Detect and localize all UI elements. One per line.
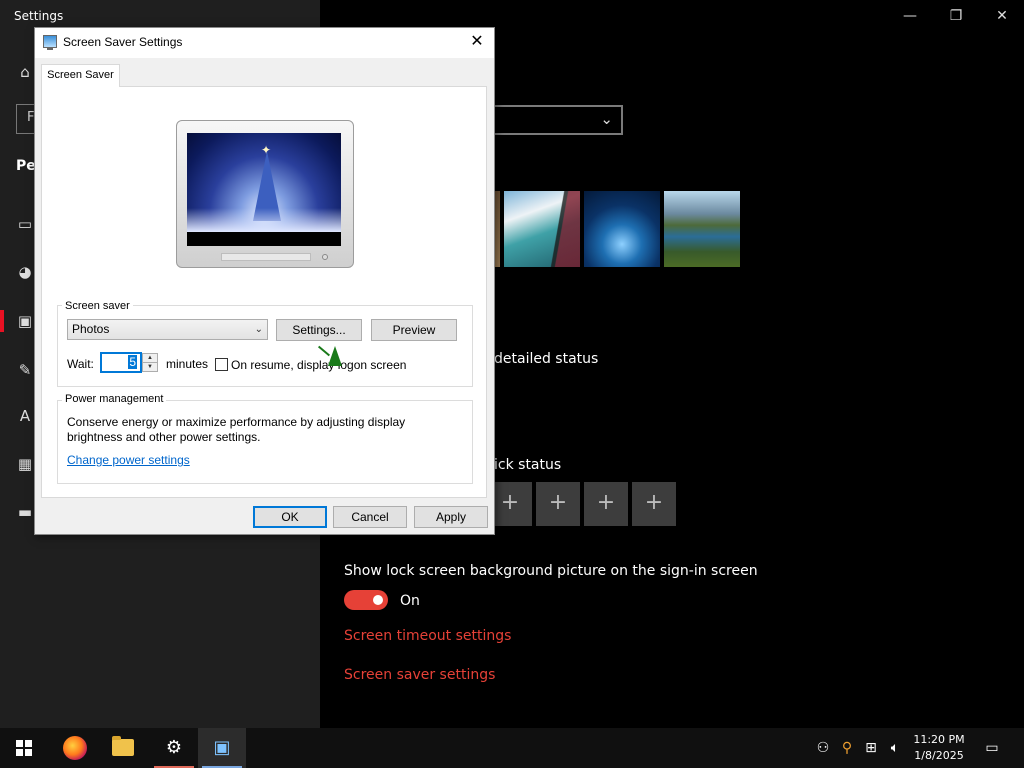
firefox-taskbar-button[interactable]	[51, 728, 99, 768]
cancel-button[interactable]: Cancel	[333, 506, 407, 528]
quick-status-add-tile[interactable]: +	[632, 482, 676, 526]
toggle-state-label: On	[400, 593, 420, 609]
preview-image: ✦	[187, 133, 341, 232]
dialog-titlebar[interactable]: Screen Saver Settings ✕	[35, 28, 494, 58]
screen-saver-link[interactable]: Screen saver settings	[344, 667, 495, 683]
screen-saver-select[interactable]: Photos ⌄	[67, 319, 268, 340]
preview-button[interactable]: Preview	[371, 319, 457, 341]
people-icon[interactable]: ⚇	[812, 728, 834, 768]
selected-item-indicator	[0, 310, 4, 332]
taskbar-settings-icon[interactable]: ▬	[15, 502, 35, 522]
background-thumbnail[interactable]	[504, 191, 580, 267]
home-icon[interactable]: ⌂	[15, 62, 35, 82]
apply-button[interactable]: Apply	[414, 506, 488, 528]
lock-bg-signin-toggle[interactable]	[344, 590, 388, 610]
firefox-icon	[63, 736, 87, 760]
monitor-base	[221, 253, 311, 261]
chevron-down-icon: ⌄	[600, 110, 613, 128]
search-tray-icon[interactable]: ⚲	[836, 728, 858, 768]
ok-button[interactable]: OK	[253, 506, 327, 528]
monitor-led-icon	[322, 254, 328, 260]
screen-saver-group-label: Screen saver	[62, 300, 133, 312]
fonts-icon[interactable]: A	[15, 406, 35, 426]
gear-icon: ⚙	[165, 737, 183, 758]
screen-timeout-link[interactable]: Screen timeout settings	[344, 628, 511, 644]
taskbar: ⚙ ▣ ⚇ ⚲ ⊞ 🔈︎ 11:20 PM 1/8/2025 ▭	[0, 728, 1024, 768]
minutes-label: minutes	[166, 357, 209, 371]
themes-icon[interactable]: ✎	[15, 360, 35, 380]
network-icon[interactable]: ⊞	[860, 728, 882, 768]
change-power-settings-link[interactable]: Change power settings	[67, 453, 190, 467]
background-thumbnail[interactable]	[664, 191, 740, 267]
settings-taskbar-button[interactable]: ⚙	[150, 728, 198, 768]
screen-saver-settings-button[interactable]: Settings...	[276, 319, 362, 341]
star-icon: ✦	[261, 143, 272, 157]
colors-icon[interactable]: ◕	[15, 262, 35, 282]
start-icon[interactable]: ▦	[15, 454, 35, 474]
lock-bg-signin-label: Show lock screen background picture on t…	[344, 563, 758, 579]
resume-logon-label[interactable]: On resume, display logon screen	[231, 358, 406, 372]
background-icon[interactable]: ▭	[15, 214, 35, 234]
windows-logo-icon	[16, 740, 32, 756]
monitor-icon: ▣	[213, 737, 231, 758]
wait-value: 5	[128, 355, 137, 369]
wait-label: Wait:	[67, 357, 94, 371]
file-explorer-taskbar-button[interactable]	[99, 728, 147, 768]
dialog-close-icon[interactable]: ✕	[466, 31, 488, 53]
chevron-down-icon: ⌄	[254, 324, 263, 335]
clock-time: 11:20 PM	[913, 733, 965, 746]
screen-saver-group	[57, 305, 473, 387]
spin-down-icon[interactable]: ▼	[143, 363, 157, 372]
resume-logon-checkbox[interactable]	[215, 358, 228, 371]
detailed-status-label: detailed status	[494, 351, 599, 367]
start-button[interactable]	[0, 728, 48, 768]
background-type-dropdown[interactable]: ⌄	[490, 105, 623, 135]
background-thumbnail[interactable]	[584, 191, 660, 267]
wait-minutes-input[interactable]: 5	[100, 352, 142, 373]
screen-saver-dialog: Screen Saver Settings ✕ Screen Saver ✦ S…	[34, 27, 495, 535]
dialog-title: Screen Saver Settings	[63, 35, 183, 49]
settings-title: Settings	[14, 9, 64, 23]
power-group-label: Power management	[62, 393, 167, 405]
tree-cursor-icon	[328, 346, 342, 366]
notifications-icon[interactable]: ▭	[978, 728, 1006, 768]
minimize-icon[interactable]: —	[890, 4, 930, 28]
folder-icon	[112, 736, 134, 756]
restore-icon[interactable]: ❐	[936, 4, 976, 28]
screen-saver-app-icon	[43, 35, 57, 50]
power-description: Conserve energy or maximize performance …	[67, 415, 406, 444]
screen-saver-taskbar-button[interactable]: ▣	[198, 728, 246, 768]
wait-minutes-stepper[interactable]: ▲ ▼	[142, 353, 158, 372]
taskbar-clock[interactable]: 11:20 PM 1/8/2025	[905, 732, 973, 764]
clock-date: 1/8/2025	[914, 749, 964, 762]
snow-decoration	[187, 208, 341, 232]
volume-icon[interactable]: 🔈︎	[884, 728, 906, 768]
quick-status-add-tile[interactable]: +	[584, 482, 628, 526]
tab-screen-saver[interactable]: Screen Saver	[41, 64, 120, 87]
close-window-icon[interactable]: ✕	[982, 4, 1022, 28]
selected-screen-saver: Photos	[72, 322, 110, 336]
preview-monitor: ✦	[176, 120, 354, 268]
quick-status-add-tile[interactable]: +	[536, 482, 580, 526]
lock-screen-icon[interactable]: ▣	[15, 311, 35, 331]
spin-up-icon[interactable]: ▲	[143, 354, 157, 363]
quick-status-label: ick status	[494, 457, 562, 473]
preview-screen: ✦	[187, 133, 341, 246]
